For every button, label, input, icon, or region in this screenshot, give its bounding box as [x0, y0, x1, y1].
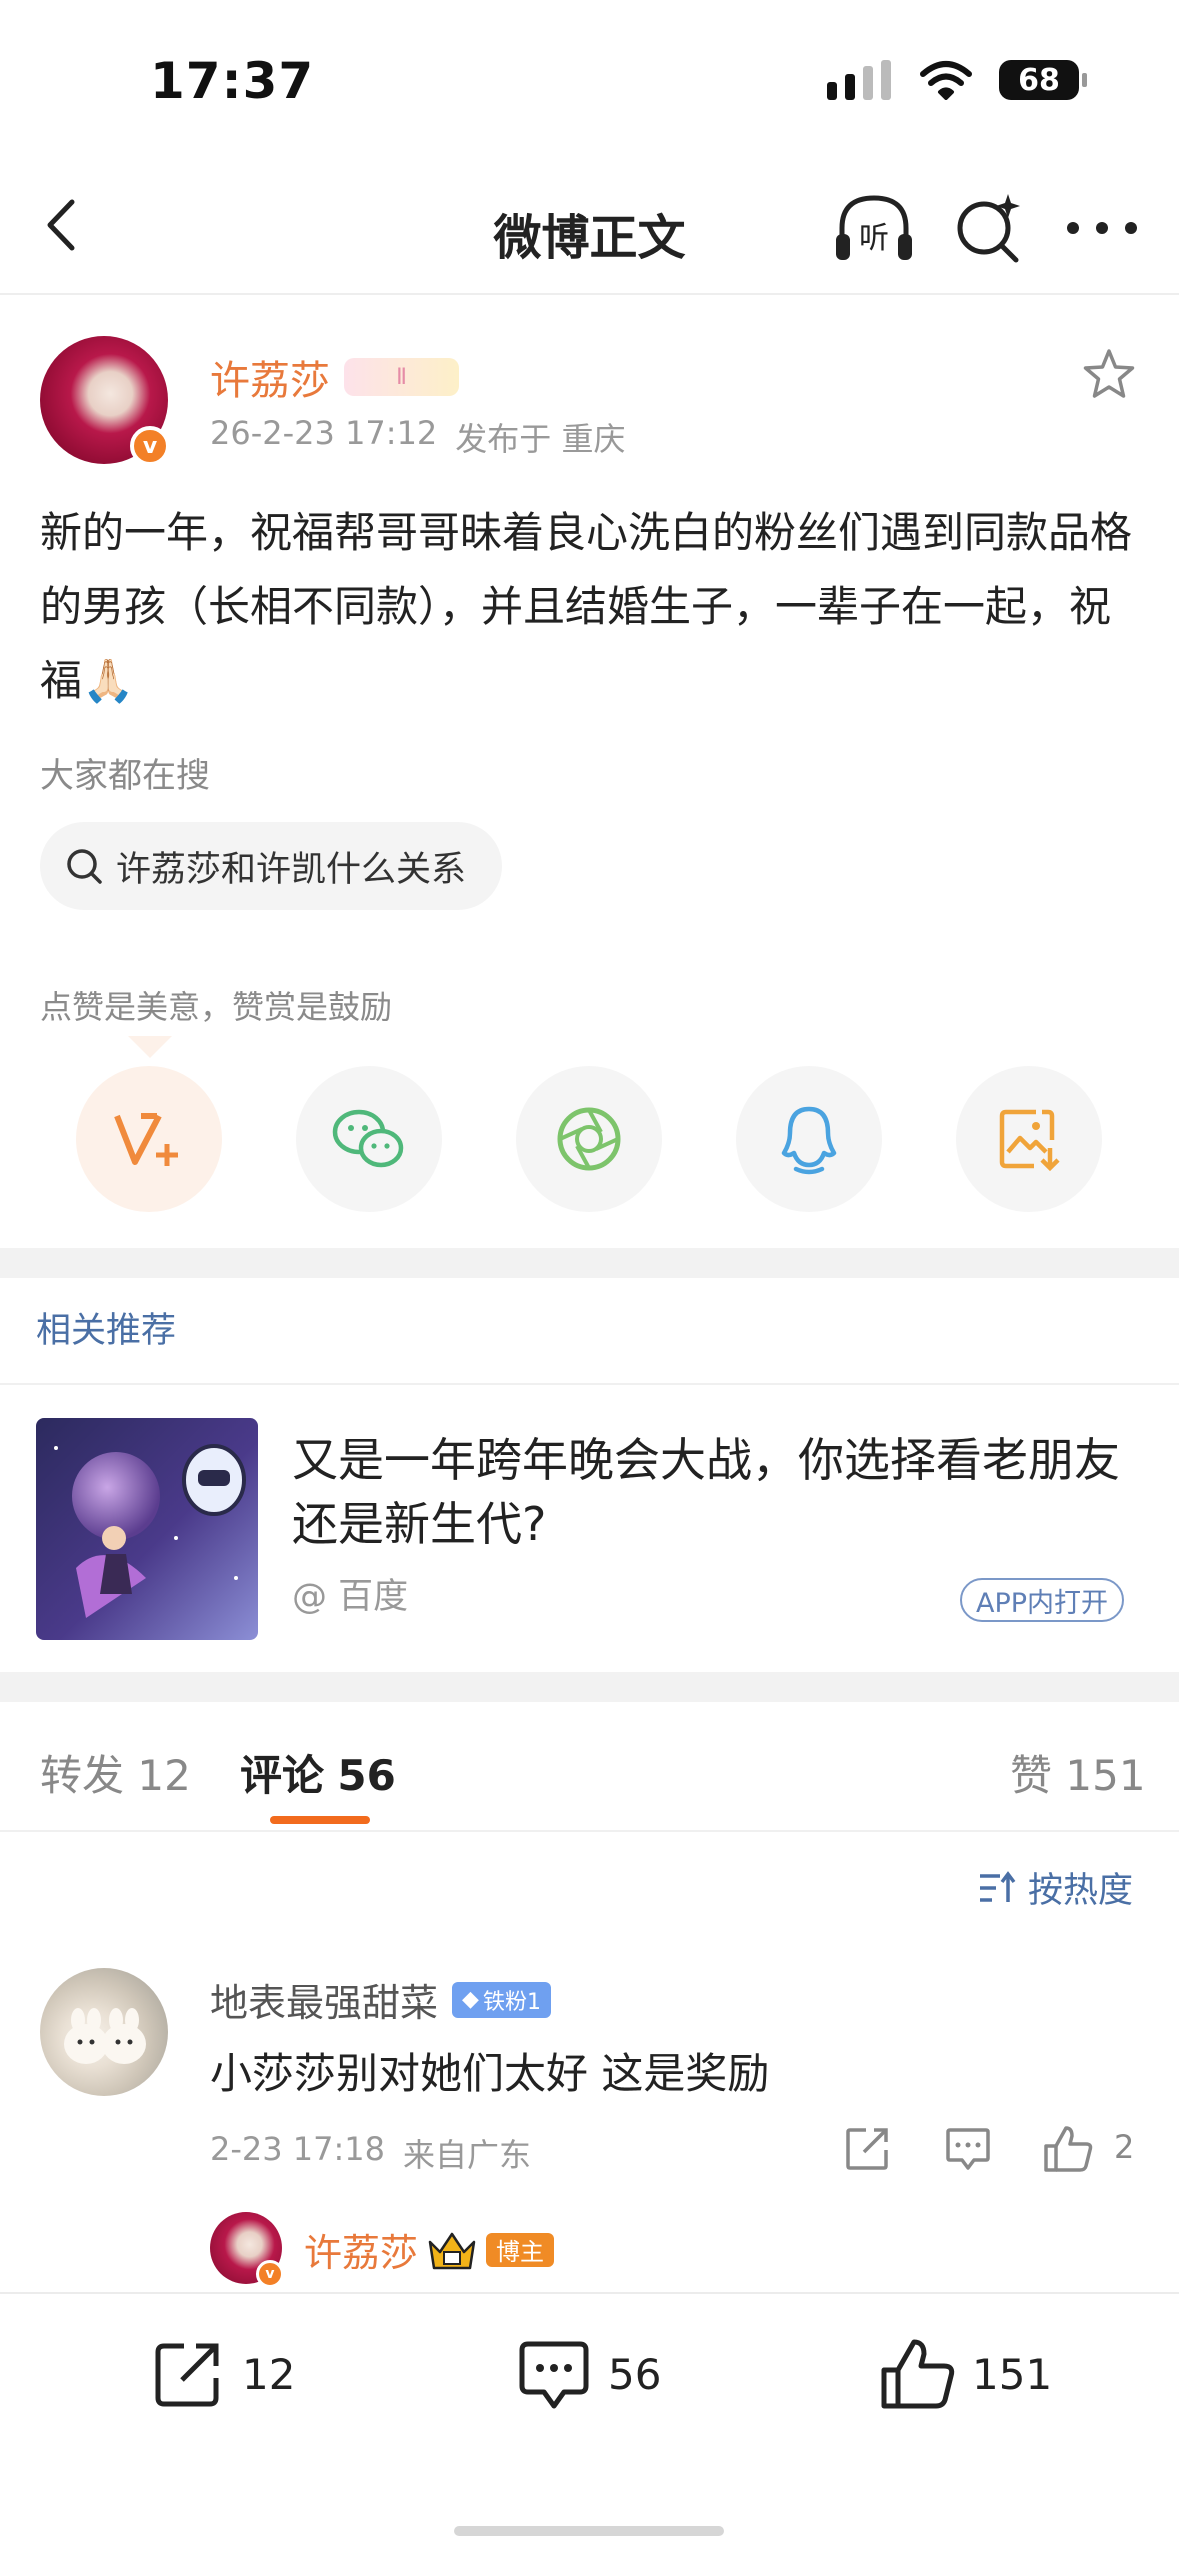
save-image-button[interactable] [956, 1066, 1102, 1212]
post-date: 26-2-23 17:12 [210, 414, 438, 452]
post-meta: 26-2-23 17:12 发布于 重庆 [210, 414, 625, 460]
commenter-name-row: 地表最强甜菜 ◆ 铁粉1 [210, 1972, 551, 2027]
tab-likes-label: 赞 [1010, 1751, 1053, 1800]
comment-actions: 2 [840, 2120, 1150, 2180]
interaction-tabs: 转发 12 评论 56 赞 151 [0, 1702, 1179, 1832]
headphones-listen-icon[interactable]: 听 [832, 190, 916, 266]
fan-badge-label: 铁粉1 [482, 1989, 541, 2015]
signal-icon [827, 60, 891, 100]
status-icons: 68 [827, 60, 1087, 100]
share-qq-button[interactable] [736, 1066, 882, 1212]
reply-author-name[interactable]: 许荔莎 [304, 2222, 418, 2277]
repost-button[interactable]: 12 [148, 2334, 295, 2414]
tab-likes[interactable]: 赞 151 [1010, 1742, 1146, 1803]
section-gap [0, 1248, 1179, 1278]
qq-icon [781, 1106, 837, 1175]
related-headline[interactable]: 又是一年跨年晚会大战，你选择看老朋友还是新生代? [292, 1428, 1132, 1556]
comment-button[interactable]: 56 [514, 2334, 661, 2414]
author-name[interactable]: 许荔莎 [210, 348, 330, 406]
verified-icon: v [130, 426, 170, 466]
comment-location: 来自广东 [403, 2136, 532, 2174]
share-row [0, 1066, 1179, 1216]
related-thumbnail[interactable] [36, 1418, 258, 1640]
like-button[interactable]: 151 [878, 2334, 1052, 2414]
reply-name-row: 许荔莎 博主 [304, 2222, 555, 2277]
home-indicator [454, 2526, 724, 2536]
tab-repost-count: 12 [137, 1751, 191, 1800]
comment-icon [519, 2341, 589, 2409]
app-open-button[interactable]: APP内打开 [960, 1578, 1125, 1622]
comment-date: 2-23 17:18 [210, 2130, 386, 2168]
sort-icon [979, 1870, 1016, 1902]
divider [0, 1383, 1179, 1385]
save-image-icon [999, 1109, 1060, 1172]
comment-count: 56 [608, 2349, 662, 2399]
vplus-icon [114, 1113, 178, 1166]
fan-badge: ◆ 铁粉1 [452, 1981, 551, 2018]
like-count: 151 [972, 2349, 1053, 2399]
active-tab-indicator [270, 1816, 370, 1824]
svg-text:听: 听 [859, 221, 889, 256]
nav-bar: 微博正文 听 [0, 160, 1179, 295]
repost-count: 12 [242, 2349, 296, 2399]
sort-button[interactable]: 按热度 [978, 1862, 1133, 1913]
post-location: 发布于 重庆 [455, 420, 626, 458]
share-wechat-button[interactable] [296, 1066, 442, 1212]
search-ai-icon[interactable] [950, 190, 1026, 266]
tab-likes-count: 151 [1065, 1751, 1146, 1800]
vplus-reward-button[interactable] [76, 1066, 222, 1212]
tab-comments-label: 评论 [240, 1751, 325, 1800]
wifi-icon [920, 61, 972, 100]
author-row: 许荔莎 Ⅱ [210, 348, 459, 406]
share-moments-button[interactable] [516, 1066, 662, 1212]
share-repost-icon [155, 2343, 219, 2407]
repost-icon[interactable] [840, 2120, 896, 2176]
tooltip-arrow [128, 1036, 172, 1058]
search-suggest-text: 许荔莎和许凯什么关系 [116, 849, 467, 890]
status-time: 17:37 [150, 52, 315, 110]
host-badge: 博主 [486, 2232, 555, 2267]
search-icon [67, 849, 102, 884]
tab-comments[interactable]: 评论 56 [240, 1742, 396, 1803]
commenter-avatar[interactable] [40, 1968, 168, 2096]
search-suggest-chip[interactable]: 许荔莎和许凯什么关系 [40, 822, 503, 910]
post-text: 新的一年，祝福帮哥哥昧着良心洗白的粉丝们遇到同款品格的男孩（长相不同款），并且结… [40, 508, 1133, 705]
section-gap [0, 1672, 1179, 1702]
member-badge: Ⅱ [344, 358, 459, 396]
tab-repost-label: 转发 [40, 1751, 125, 1800]
wechat-icon [332, 1109, 404, 1168]
comment-text: 小莎莎别对她们太好 这是奖励 [210, 2049, 770, 2098]
tab-comments-count: 56 [337, 1751, 396, 1800]
comment-meta: 2-23 17:18 来自广东 [210, 2130, 531, 2176]
search-suggest-label: 大家都在搜 [40, 756, 210, 796]
battery-indicator: 68 [999, 60, 1087, 100]
related-section: 相关推荐 又是一年跨年晚会大战，你选择看老朋友还是新生代? @ 百度 APP内打… [0, 1278, 1179, 1668]
sort-label: 按热度 [1027, 1871, 1133, 1911]
reply-icon[interactable] [940, 2120, 996, 2176]
like-icon[interactable] [1040, 2120, 1096, 2176]
comment-like-count: 2 [1114, 2128, 1135, 2166]
thumbs-up-icon [881, 2339, 955, 2409]
status-bar: 17:37 68 [0, 0, 1179, 150]
crown-icon [428, 2232, 476, 2269]
star-icon[interactable] [1080, 346, 1138, 404]
diamond-icon: ◆ [462, 1987, 479, 2012]
tab-repost[interactable]: 转发 12 [40, 1742, 191, 1803]
moments-icon [557, 1107, 621, 1171]
reward-text: 点赞是美意，赞赏是鼓励 [40, 988, 393, 1026]
related-title: 相关推荐 [36, 1311, 177, 1351]
related-source: @ 百度 [292, 1577, 409, 1617]
commenter-name[interactable]: 地表最强甜菜 [210, 1972, 438, 2027]
more-icon[interactable] [1065, 210, 1139, 246]
verified-icon: v [256, 2260, 284, 2288]
bottom-action-bar: 12 56 151 [0, 2292, 1179, 2556]
